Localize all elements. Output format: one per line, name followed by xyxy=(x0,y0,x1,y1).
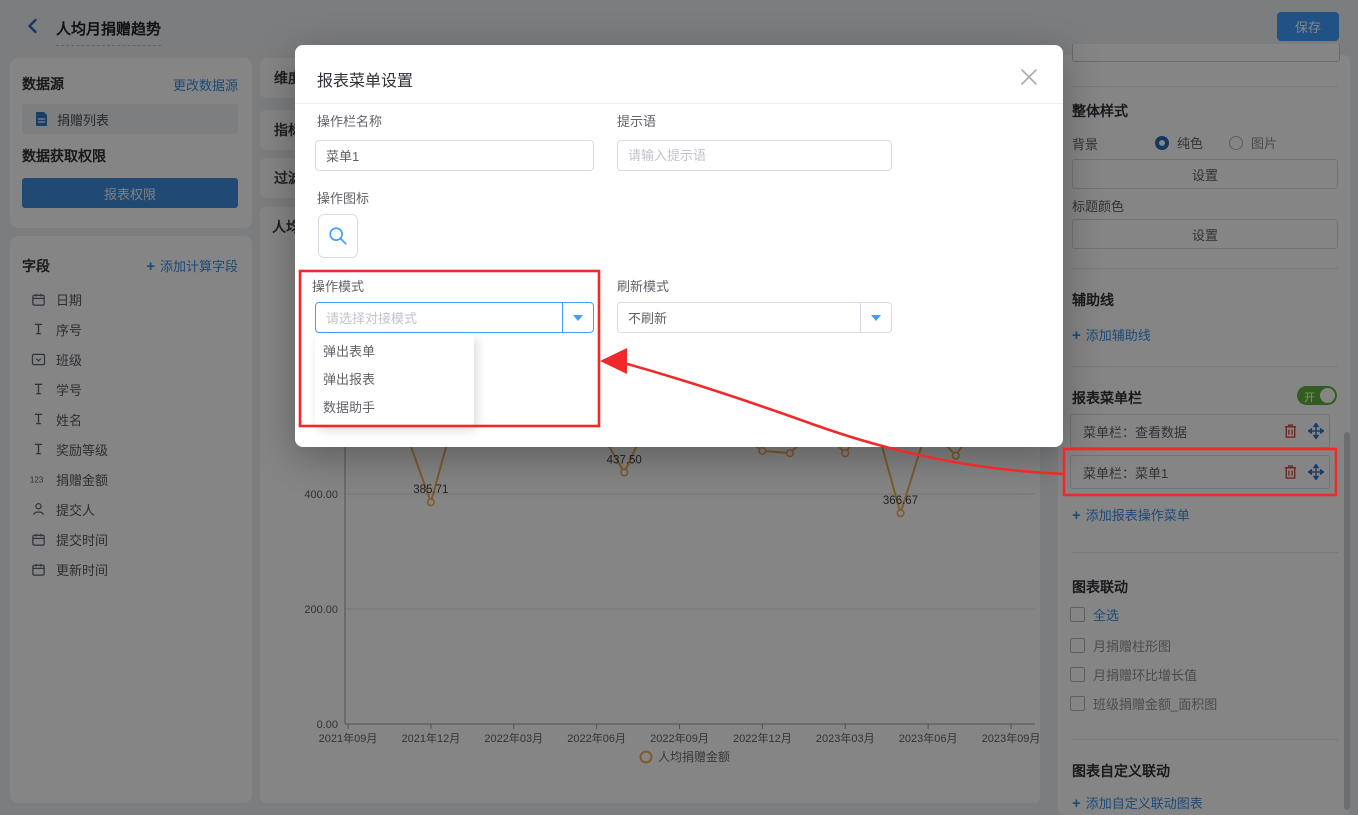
chevron-down-icon xyxy=(871,315,881,321)
mode-option[interactable]: 数据助手 xyxy=(315,394,474,422)
mode-option[interactable]: 弹出报表 xyxy=(315,366,474,394)
refresh-mode-select[interactable]: 不刷新 xyxy=(617,302,892,333)
chevron-down-icon xyxy=(573,315,583,321)
report-designer-screen: 人均月捐赠趋势 保存 数据源 更改数据源 捐赠列表 数据获取权限 报表权限 字段… xyxy=(0,0,1358,815)
action-mode-placeholder: 请选择对接模式 xyxy=(316,308,562,327)
tip-label: 提示语 xyxy=(617,111,656,130)
mode-option[interactable]: 弹出表单 xyxy=(315,338,474,366)
caret-box xyxy=(860,303,891,332)
search-icon xyxy=(327,225,349,247)
close-icon[interactable] xyxy=(1019,67,1039,87)
action-mode-dropdown: 弹出表单弹出报表数据助手 xyxy=(315,334,474,426)
caret-box xyxy=(562,303,593,332)
action-mode-label: 操作模式 xyxy=(312,276,364,295)
refresh-mode-value: 不刷新 xyxy=(618,308,860,327)
action-mode-select[interactable]: 请选择对接模式 xyxy=(315,302,594,333)
action-icon-button[interactable] xyxy=(318,214,358,258)
action-bar-name-input[interactable] xyxy=(315,140,594,171)
action-icon-label: 操作图标 xyxy=(317,188,369,207)
refresh-mode-label: 刷新模式 xyxy=(617,276,669,295)
report-menu-settings-modal: 报表菜单设置 操作栏名称 提示语 操作图标 操作模式 请选择对接模式 弹出表单弹… xyxy=(295,45,1063,447)
tip-input[interactable] xyxy=(617,140,892,171)
action-bar-name-label: 操作栏名称 xyxy=(317,111,382,130)
modal-title: 报表菜单设置 xyxy=(317,67,413,91)
divider xyxy=(295,103,1063,104)
